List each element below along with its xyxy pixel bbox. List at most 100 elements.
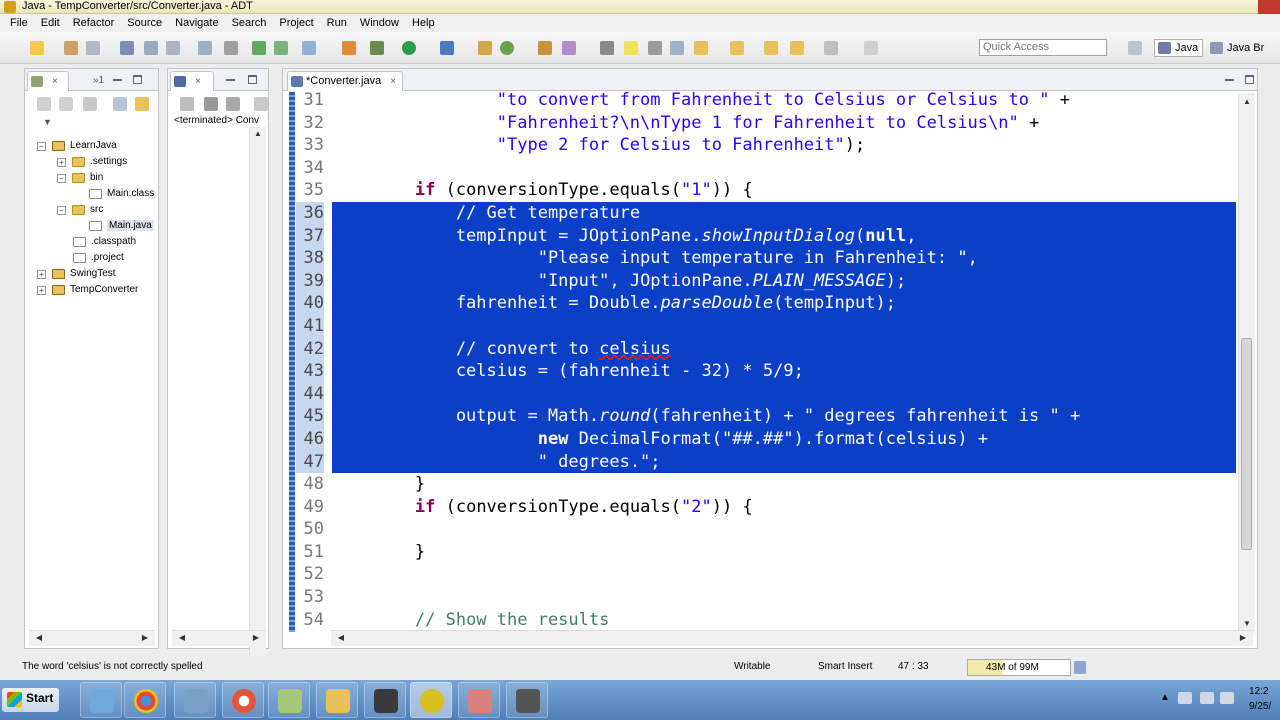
new-icon[interactable] — [30, 41, 44, 55]
maximize-icon[interactable] — [133, 75, 142, 84]
scroll-left-icon[interactable]: ◀ — [333, 631, 349, 645]
package-explorer-hscroll[interactable]: ◀ ▶ — [29, 630, 155, 646]
taskbar-media-app[interactable] — [222, 682, 264, 718]
menu-help[interactable]: Help — [406, 17, 442, 29]
show-hidden-icons-icon[interactable]: ▲ — [1160, 692, 1170, 703]
tab-console[interactable]: × — [170, 71, 214, 91]
scroll-right-icon[interactable]: ▶ — [1235, 631, 1251, 645]
tree-item-settings[interactable]: + .settings — [57, 154, 127, 170]
back-icon[interactable] — [790, 41, 804, 55]
taskbar-terminal-app[interactable] — [364, 682, 406, 718]
scroll-up-icon[interactable]: ▲ — [1239, 95, 1255, 109]
menu-search[interactable]: Search — [226, 17, 274, 29]
tree-item-tempconverter[interactable]: + TempConverter — [37, 282, 138, 298]
maximize-icon[interactable] — [248, 75, 257, 84]
close-window-button[interactable] — [1258, 0, 1280, 14]
taskbar-explorer-app[interactable] — [174, 682, 216, 718]
scroll-thumb[interactable] — [1241, 338, 1252, 550]
menu-file[interactable]: File — [4, 17, 35, 29]
code-line[interactable]: 36 // Get temperature — [296, 201, 1236, 225]
next-annotation-icon[interactable] — [694, 41, 708, 55]
code-line[interactable]: 43 celsius = (fahrenheit - 32) * 5/9; — [296, 360, 1236, 383]
remove-launch-icon[interactable] — [204, 97, 218, 111]
scroll-down-icon[interactable]: ▼ — [1239, 617, 1255, 631]
code-line[interactable]: 35 if (conversionType.equals("1")) { — [296, 179, 1226, 202]
clock-date[interactable]: 9/25/ — [1249, 701, 1271, 712]
collapse-all-icon[interactable] — [113, 97, 127, 111]
tab-package-explorer[interactable]: × — [27, 71, 69, 91]
print-icon[interactable] — [166, 41, 180, 55]
tree-item-swingtest[interactable]: + SwingTest — [37, 266, 116, 282]
code-line[interactable]: 52 — [296, 563, 1226, 586]
scroll-left-icon[interactable]: ◀ — [174, 631, 190, 645]
forward-icon[interactable] — [824, 41, 838, 55]
code-line[interactable]: 44 — [296, 382, 1236, 406]
open-perspective-icon[interactable] — [1128, 41, 1142, 55]
terminate-icon[interactable] — [180, 97, 194, 111]
view-menu-icon[interactable]: ▼ — [43, 117, 52, 127]
block-selection-icon[interactable] — [670, 41, 684, 55]
taskbar-chrome-app[interactable] — [124, 682, 166, 718]
toggle-highlight-icon[interactable] — [624, 41, 638, 55]
quick-access-input[interactable]: Quick Access — [979, 39, 1107, 56]
clock-time[interactable]: 12:2 — [1249, 686, 1268, 697]
last-edit-icon[interactable] — [764, 41, 778, 55]
heap-status[interactable]: 43M of 99M — [967, 659, 1086, 676]
open-icon[interactable] — [64, 41, 78, 55]
taskbar-files-app[interactable] — [316, 682, 358, 718]
tree-item-bin[interactable]: − bin — [57, 170, 103, 186]
editor-hscroll[interactable]: ◀ ▶ — [331, 630, 1253, 646]
link-editor-icon[interactable] — [135, 97, 149, 111]
external-tool-icon[interactable] — [342, 41, 356, 55]
open-type-icon[interactable] — [538, 41, 552, 55]
scroll-right-icon[interactable]: ▶ — [137, 631, 153, 645]
menu-refactor[interactable]: Refactor — [67, 17, 122, 29]
taskbar-adt-app[interactable] — [80, 682, 122, 718]
code-line[interactable]: 54 // Show the results — [296, 609, 1226, 632]
lint-icon[interactable] — [224, 41, 238, 55]
tab-converter-java[interactable]: *Converter.java × — [287, 71, 403, 91]
clear-console-icon[interactable] — [254, 97, 268, 111]
menu-edit[interactable]: Edit — [35, 17, 67, 29]
code-line[interactable]: 51 } — [296, 541, 1226, 564]
show-whitespace-icon[interactable] — [648, 41, 662, 55]
code-line[interactable]: 39 "Input", JOptionPane.PLAIN_MESSAGE); — [296, 269, 1236, 293]
menu-window[interactable]: Window — [354, 17, 406, 29]
android-avd-icon[interactable] — [252, 41, 266, 55]
code-line[interactable]: 38 "Please input temperature in Fahrenhe… — [296, 247, 1236, 270]
garbage-collect-icon[interactable] — [1074, 661, 1086, 674]
code-line[interactable]: 37 tempInput = JOptionPane.showInputDial… — [296, 224, 1236, 248]
back-nav-icon[interactable] — [37, 97, 51, 111]
forward-nav-icon[interactable] — [59, 97, 73, 111]
menu-navigate[interactable]: Navigate — [169, 17, 225, 29]
tree-item-main-class[interactable]: Main.class — [89, 186, 154, 202]
code-line[interactable]: 40 fahrenheit = Double.parseDouble(tempI… — [296, 292, 1236, 315]
debug-icon[interactable] — [370, 41, 384, 55]
remove-all-icon[interactable] — [226, 97, 240, 111]
toggle-mark-icon[interactable] — [600, 41, 614, 55]
editor-vscroll[interactable]: ▲ ▼ — [1238, 93, 1255, 633]
code-line[interactable]: 31 "to convert from Fahrenheit to Celsiu… — [296, 89, 1226, 112]
console-hscroll[interactable]: ◀ ▶ — [172, 630, 266, 646]
pin-icon[interactable] — [864, 41, 878, 55]
tree-item-classpath[interactable]: .classpath — [73, 234, 136, 250]
code-line[interactable]: 50 — [296, 518, 1226, 541]
taskbar-snipping-app[interactable] — [458, 682, 500, 718]
up-nav-icon[interactable] — [83, 97, 97, 111]
prev-annotation-icon[interactable] — [730, 41, 744, 55]
menu-project[interactable]: Project — [273, 17, 320, 29]
tree-item-learnjava[interactable]: − LearnJava — [37, 138, 117, 154]
code-line[interactable]: 46 new DecimalFormat("##.##").format(cel… — [296, 427, 1236, 451]
new-folder-icon[interactable] — [86, 41, 100, 55]
code-line[interactable]: 49 if (conversionType.equals("2")) { — [296, 496, 1226, 519]
search-icon[interactable] — [562, 41, 576, 55]
code-line[interactable]: 48 } — [296, 473, 1226, 496]
android-project-icon[interactable] — [274, 41, 288, 55]
menu-source[interactable]: Source — [121, 17, 169, 29]
minimize-icon[interactable] — [1225, 76, 1234, 81]
save-all-icon[interactable] — [144, 41, 158, 55]
menu-run[interactable]: Run — [321, 17, 354, 29]
tree-item-main-java[interactable]: Main.java — [89, 218, 154, 234]
code-line[interactable]: 53 — [296, 586, 1226, 609]
code-line[interactable]: 33 "Type 2 for Celsius to Fahrenheit"); — [296, 134, 1226, 157]
